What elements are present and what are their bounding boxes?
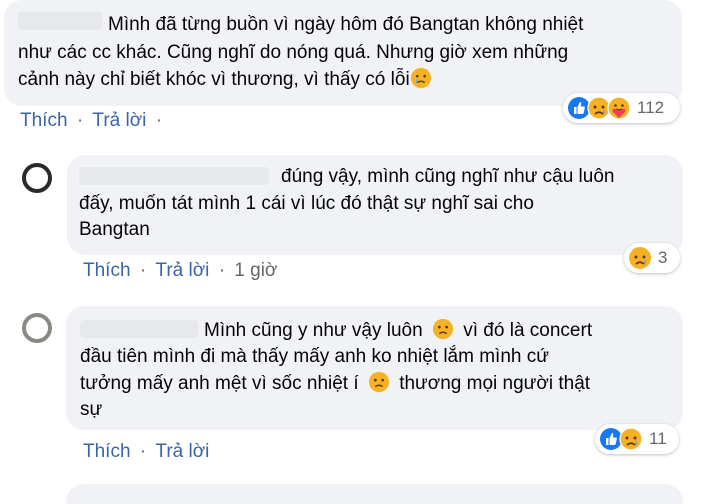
comment-actions: Thích · Trả lời · — [20, 110, 166, 132]
separator: · — [139, 441, 147, 462]
like-button[interactable]: Thích — [83, 260, 131, 282]
reply-button[interactable]: Trả lời — [92, 110, 146, 132]
comment-actions: Thích · Trả lời — [83, 441, 209, 463]
comment-text-line: Mình cũng y như vậy luôn vì đó là concer… — [204, 318, 593, 341]
avatar[interactable] — [22, 163, 52, 193]
reply-button[interactable]: Trả lời — [155, 441, 209, 463]
sad-icon — [619, 427, 643, 451]
comment-actions: Thích · Trả lời · 1 giờ — [83, 260, 277, 282]
separator: · — [218, 260, 226, 281]
separator: · — [139, 260, 147, 281]
comment-bubble: Mình cũng y như vậy luôn vì đó là concer… — [66, 306, 683, 430]
comment-bubble: Mình đã từng buồn vì ngày hôm đó Bangtan… — [4, 0, 682, 106]
comment-bubble — [66, 484, 683, 504]
comment-timestamp[interactable]: 1 giờ — [234, 260, 277, 282]
commenter-name[interactable] — [18, 12, 102, 30]
frowning-face-icon — [368, 371, 390, 393]
crying-face-icon — [410, 67, 432, 89]
comment-text-line: đúng vậy, mình cũng nghĩ như cậu luôn — [281, 166, 615, 187]
like-button[interactable]: Thích — [20, 110, 68, 132]
reaction-count: 11 — [649, 429, 667, 448]
separator: · — [155, 110, 163, 131]
comment-text-line: Bangtan — [79, 219, 150, 240]
reaction-summary[interactable]: 3 — [624, 243, 680, 273]
commenter-name[interactable] — [79, 167, 269, 185]
frowning-face-icon — [432, 318, 454, 340]
avatar[interactable] — [22, 313, 52, 343]
comment-text-line: tưởng mấy anh mệt vì sốc nhiệt í thương … — [80, 371, 591, 394]
comment-text-line: sự — [80, 399, 103, 420]
comment-bubble: đúng vậy, mình cũng nghĩ như cậu luôn đấ… — [67, 155, 683, 255]
sad-icon — [628, 246, 652, 270]
care-icon — [607, 96, 631, 120]
like-button[interactable]: Thích — [83, 441, 131, 463]
reaction-summary[interactable]: 112 — [563, 93, 680, 123]
comment-text-line: đầu tiên mình đi mà thấy mấy anh ko nhiệ… — [80, 346, 549, 367]
reaction-count: 3 — [658, 248, 668, 267]
comment-text-line: Mình đã từng buồn vì ngày hôm đó Bangtan… — [108, 14, 584, 35]
reply-button[interactable]: Trả lời — [155, 260, 209, 282]
reaction-count: 112 — [637, 98, 665, 117]
separator: · — [76, 110, 84, 131]
comment-text-line: cảnh này chỉ biết khóc vì thương, vì thấ… — [18, 67, 432, 93]
commenter-name[interactable] — [80, 320, 198, 338]
comment-text-line: đấy, muốn tát mình 1 cái vì lúc đó thật … — [79, 193, 534, 214]
reaction-summary[interactable]: 11 — [595, 424, 679, 454]
comment-text-line: như các cc khác. Cũng nghĩ do nóng quá. … — [18, 42, 569, 63]
